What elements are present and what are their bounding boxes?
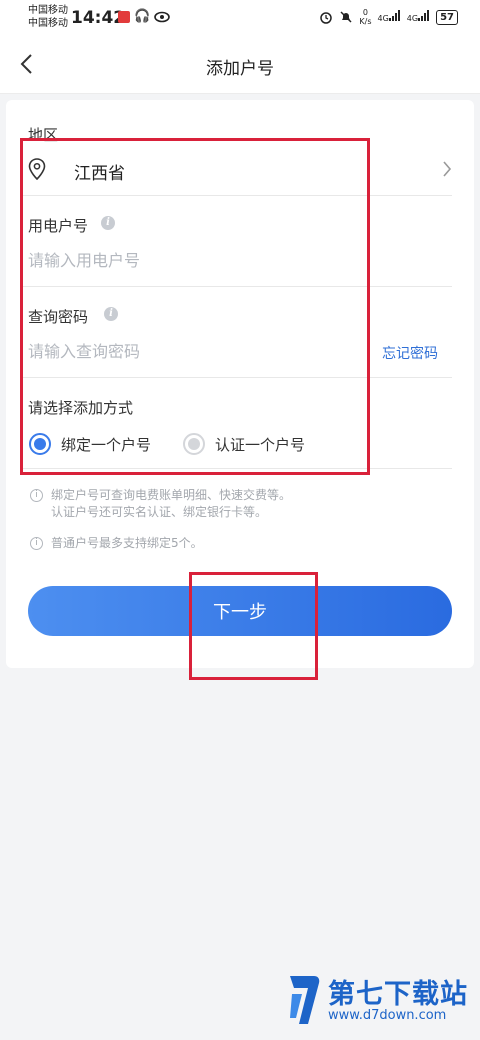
info-icon[interactable]: i: [101, 216, 115, 230]
radio-label: 绑定一个户号: [61, 435, 152, 454]
account-label: 用电户号: [28, 217, 89, 235]
eye-icon: [154, 11, 170, 23]
watermark: 第七下载站 www.d7down.com: [288, 968, 478, 1036]
signal-bars-icon: [418, 10, 430, 21]
note-bind-info: i 绑定户号可查询电费账单明细、快速交费等。 认证户号还可实名认证、绑定银行卡等…: [30, 487, 291, 521]
chevron-right-icon: [443, 161, 452, 177]
carrier-1: 中国移动: [28, 5, 68, 16]
info-icon[interactable]: i: [104, 307, 118, 321]
status-time: 14:42: [71, 8, 126, 28]
add-method-label: 请选择添加方式: [28, 399, 134, 417]
note-limit-info: i 普通户号最多支持绑定5个。: [30, 535, 203, 552]
watermark-name: 第七下载站: [328, 979, 468, 1010]
region-selector[interactable]: 江西省: [22, 146, 454, 194]
divider: [22, 377, 452, 378]
forgot-password-link[interactable]: 忘记密码: [382, 343, 438, 363]
radio-unchecked-icon: [183, 433, 205, 455]
divider: [22, 286, 452, 287]
divider: [22, 195, 452, 196]
radio-verify-account[interactable]: 认证一个户号: [183, 430, 305, 458]
mute-bell-icon: [340, 11, 352, 23]
watermark-url: www.d7down.com: [328, 1008, 447, 1023]
battery-icon: 57: [436, 9, 458, 25]
radio-label: 认证一个户号: [215, 435, 306, 454]
net-speed: 0 K/s: [359, 8, 372, 26]
location-pin-icon: [28, 158, 46, 180]
radio-bind-account[interactable]: 绑定一个户号: [29, 430, 151, 458]
region-label: 地区: [28, 126, 59, 144]
divider: [22, 468, 452, 469]
status-bar: 中国移动 中国移动 14:42 🎧 0 K/s 4G 4G 57: [0, 0, 480, 36]
password-input[interactable]: [28, 336, 358, 366]
alarm-icon: [320, 12, 333, 24]
info-icon: i: [30, 537, 43, 550]
signal-2: 4G: [407, 10, 430, 24]
headphones-icon: 🎧: [134, 9, 151, 24]
region-value: 江西省: [74, 164, 125, 184]
info-icon: i: [30, 489, 43, 502]
status-icons-left: 🎧: [118, 10, 170, 24]
password-label: 查询密码: [28, 308, 89, 326]
watermark-logo-icon: [290, 976, 320, 1024]
radio-checked-icon: [29, 433, 51, 455]
next-step-button[interactable]: 下一步: [28, 586, 452, 636]
status-icons-right: 0 K/s 4G 4G 57: [319, 8, 458, 26]
nav-bar: 添加户号: [0, 36, 480, 94]
signal-1: 4G: [377, 10, 400, 24]
screen-record-icon: [118, 11, 130, 23]
carrier-names: 中国移动 中国移动: [28, 4, 68, 30]
account-input[interactable]: [28, 245, 358, 275]
carrier-2: 中国移动: [28, 18, 68, 29]
page-title: 添加户号: [206, 59, 274, 79]
signal-bars-icon: [388, 10, 400, 21]
